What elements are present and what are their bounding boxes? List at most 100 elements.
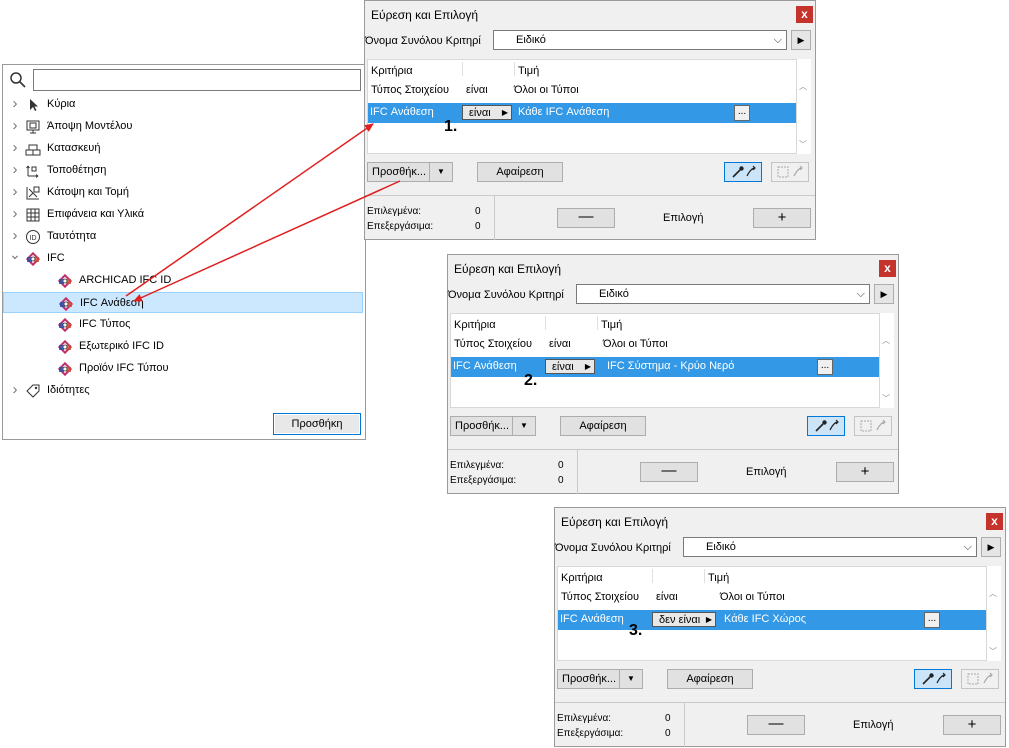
deselect-button[interactable]: — [640, 462, 698, 482]
scroll-down-icon[interactable]: ﹀ [882, 393, 890, 404]
scrollbar[interactable]: ︿ ﹀ [880, 313, 894, 408]
selection-label: Επιλογή [853, 719, 894, 731]
tree-item[interactable]: › Κατασκευή [3, 138, 363, 159]
eyedropper-tool-button[interactable] [914, 669, 952, 689]
tree-item[interactable]: › Άποψη Μοντέλου [3, 116, 363, 137]
select-button[interactable]: + [753, 208, 811, 228]
dropdown-arrow-icon[interactable]: ▼ [512, 417, 535, 435]
tree-item-label: IFC Τύπος [79, 318, 131, 330]
chevron-right-icon[interactable]: › [9, 159, 21, 180]
surface-icon [25, 207, 41, 223]
criterion-row-selected[interactable]: IFC Ανάθεση είναι ▶ IFC Σύστημα - Κρύο Νε… [451, 357, 879, 377]
add-button[interactable]: Προσθήκη [273, 413, 361, 435]
criterion-value: Κάθε IFC Χώρος [724, 613, 807, 625]
criterion-row-selected[interactable]: IFC Ανάθεση δεν είναι ▶ Κάθε IFC Χώρος ..… [558, 610, 986, 630]
chevron-right-icon[interactable]: › [9, 93, 21, 114]
scrollbar[interactable]: ︿ ﹀ [987, 566, 1001, 661]
select-button[interactable]: + [836, 462, 894, 482]
dropdown-arrow-icon[interactable]: ▼ [429, 163, 452, 181]
tree-item[interactable]: › Κάτοψη και Τομή [3, 182, 363, 203]
tree-item[interactable]: Προϊόν IFC Τύπου [3, 358, 363, 379]
tree-item[interactable]: › Κύρια [3, 94, 363, 115]
operator-button[interactable]: δεν είναι ▶ [652, 612, 716, 627]
remove-button[interactable]: Αφαίρεση [560, 416, 646, 436]
close-button[interactable]: x [986, 513, 1003, 530]
tree-item[interactable]: › Τοποθέτηση [3, 160, 363, 181]
tree-item-label: Άποψη Μοντέλου [47, 120, 133, 132]
tree-item[interactable]: › ID Ταυτότητα [3, 226, 363, 247]
marquee-tool-button[interactable] [854, 416, 892, 436]
tree-item[interactable]: › Επιφάνεια και Υλικά [3, 204, 363, 225]
scroll-up-icon[interactable]: ︿ [989, 588, 997, 599]
divider [684, 703, 685, 747]
chevron-right-icon[interactable]: › [9, 115, 21, 136]
criterion-name: IFC Ανάθεση [560, 613, 624, 625]
browse-button[interactable]: ... [734, 105, 750, 121]
ifc-icon [57, 273, 73, 289]
chevron-right-icon[interactable]: › [9, 181, 21, 202]
play-arrow-icon[interactable]: ▶ [791, 30, 811, 50]
dropdown-arrow-icon[interactable]: ▼ [619, 670, 642, 688]
tag-icon [25, 383, 41, 399]
browse-button[interactable]: ... [924, 612, 940, 628]
value-header: Τιμή [518, 65, 540, 77]
chevron-right-icon[interactable]: › [9, 137, 21, 158]
criteria-set-dropdown[interactable]: Ειδικό ⌵ [493, 30, 787, 50]
operator-button[interactable]: είναι ▶ [545, 359, 595, 374]
tree-item[interactable]: IFC Ανάθεση [3, 292, 363, 313]
close-button[interactable]: x [879, 260, 896, 277]
tree-item[interactable]: ⌄ IFC [3, 246, 363, 269]
add-criterion-button[interactable]: Προσθήκ... ▼ [450, 416, 536, 436]
operator-button[interactable]: είναι ▶ [462, 105, 512, 120]
remove-button[interactable]: Αφαίρεση [667, 669, 753, 689]
scrollbar[interactable]: ︿ ﹀ [797, 59, 811, 154]
scroll-down-icon[interactable]: ﹀ [799, 139, 807, 150]
editable-count: 0 [558, 475, 564, 486]
ifc-icon [57, 339, 73, 355]
chevron-down-icon[interactable]: ⌄ [9, 244, 21, 265]
deselect-button[interactable]: — [747, 715, 805, 735]
tree-item[interactable]: Εξωτερικό IFC ID [3, 336, 363, 357]
tree-item-label: Κύρια [47, 98, 76, 110]
search-icon [10, 72, 26, 88]
ifc-icon [25, 251, 41, 267]
remove-button[interactable]: Αφαίρεση [477, 162, 563, 182]
chevron-right-icon[interactable]: › [9, 203, 21, 224]
scroll-up-icon[interactable]: ︿ [799, 81, 807, 92]
deselect-button[interactable]: — [557, 208, 615, 228]
selected-label: Επιλεγμένα: [450, 460, 505, 471]
property-tree-panel: › Κύρια › Άποψη Μοντέλου › Κατασκευή › Τοποθέτη… [2, 64, 366, 440]
chevron-right-icon[interactable]: › [9, 379, 21, 400]
criteria-set-dropdown[interactable]: Ειδικό ⌵ [576, 284, 870, 304]
tree-item[interactable]: IFC Τύπος [3, 314, 363, 335]
scroll-up-icon[interactable]: ︿ [882, 335, 890, 346]
eyedropper-tool-button[interactable] [807, 416, 845, 436]
value-header: Τιμή [708, 572, 730, 584]
criterion-row-selected[interactable]: IFC Ανάθεση είναι ▶ Κάθε IFC Ανάθεση ... [368, 103, 796, 123]
editable-label: Επεξεργάσιμα: [450, 475, 517, 486]
play-arrow-icon[interactable]: ▶ [981, 537, 1001, 557]
tree-item[interactable]: › Ιδιότητες [3, 380, 363, 401]
eyedropper-tool-button[interactable] [724, 162, 762, 182]
marquee-tool-button[interactable] [771, 162, 809, 182]
criteria-set-dropdown[interactable]: Ειδικό ⌵ [683, 537, 977, 557]
value-header: Τιμή [601, 319, 623, 331]
tree-item-label: Επιφάνεια και Υλικά [47, 208, 145, 220]
marquee-tool-button[interactable] [961, 669, 999, 689]
search-input[interactable] [33, 69, 361, 91]
browse-button[interactable]: ... [817, 359, 833, 375]
criterion-name: IFC Ανάθεση [453, 360, 517, 372]
scroll-down-icon[interactable]: ﹀ [989, 646, 997, 657]
play-arrow-icon[interactable]: ▶ [874, 284, 894, 304]
add-criterion-button[interactable]: Προσθήκ... ▼ [367, 162, 453, 182]
criteria-set-value: Ειδικό [599, 288, 629, 300]
select-button[interactable]: + [943, 715, 1001, 735]
selected-count: 0 [475, 206, 481, 217]
selection-label: Επιλογή [746, 466, 787, 478]
tree-item[interactable]: ARCHICAD IFC ID [3, 270, 363, 291]
add-criterion-button[interactable]: Προσθήκ... ▼ [557, 669, 643, 689]
selection-label: Επιλογή [663, 212, 704, 224]
close-button[interactable]: x [796, 6, 813, 23]
chevron-right-icon[interactable]: › [9, 225, 21, 246]
criteria-list: Κριτήρια Τιμή Τύπος Στοιχείου είναι Όλοι… [367, 59, 797, 154]
